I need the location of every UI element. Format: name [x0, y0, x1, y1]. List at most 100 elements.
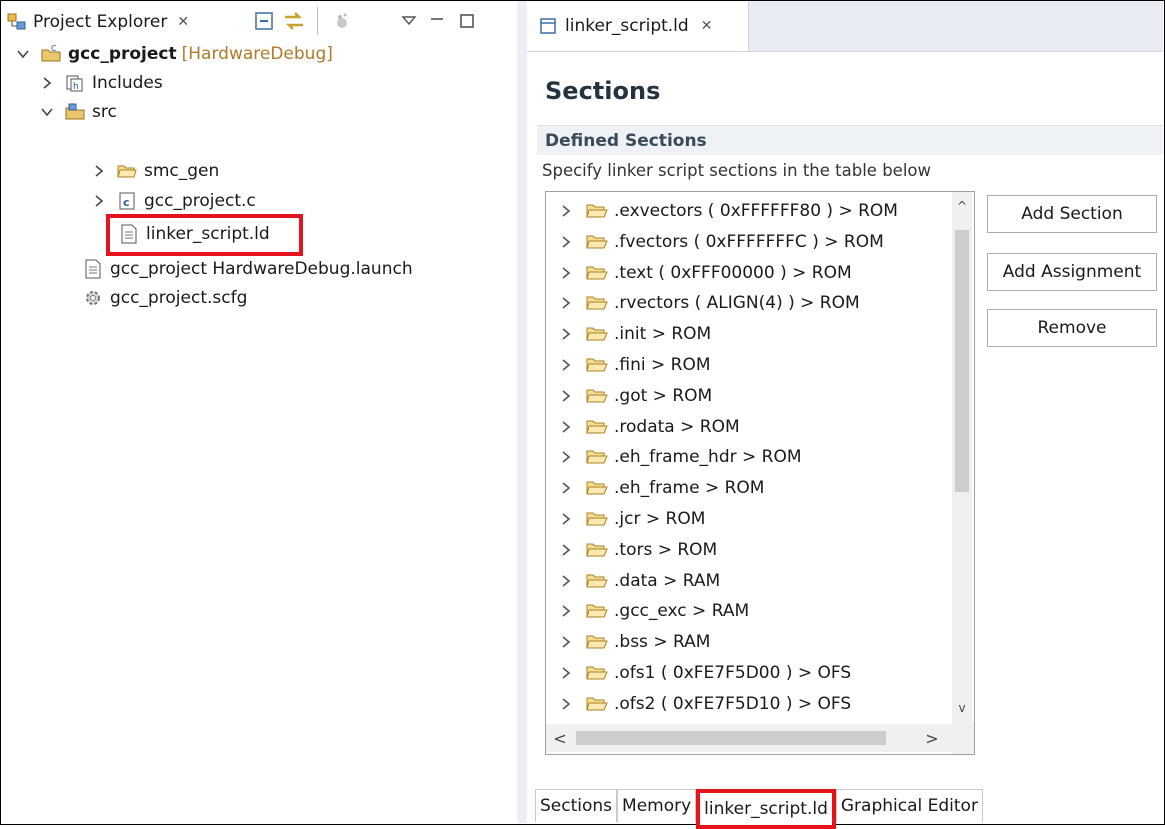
chevron-right-icon[interactable]	[558, 480, 574, 496]
section-item[interactable]: .eh_frame_hdr > ROM	[546, 442, 946, 472]
minimize-icon[interactable]	[427, 9, 447, 33]
section-item[interactable]: .bss > RAM	[546, 627, 946, 657]
scroll-up-icon[interactable]: ^	[952, 196, 972, 216]
section-item[interactable]: .fini > ROM	[546, 350, 946, 380]
tab-graphical-editor[interactable]: Graphical Editor	[835, 789, 983, 822]
chevron-right-icon[interactable]	[558, 634, 574, 650]
chevron-right-icon[interactable]	[558, 511, 574, 527]
vertical-scrollbar[interactable]: ^ v	[952, 192, 972, 722]
src-label: src	[92, 102, 117, 122]
add-assignment-button[interactable]: Add Assignment	[987, 253, 1157, 291]
chevron-right-icon[interactable]	[91, 163, 107, 179]
chevron-right-icon[interactable]	[558, 388, 574, 404]
tree-item-src[interactable]: src	[39, 97, 117, 127]
folder-icon	[586, 635, 608, 649]
section-item[interactable]: .init > ROM	[546, 319, 946, 349]
linker-script-editor: linker_script.ld ✕ Sections Defined Sect…	[527, 1, 1163, 829]
horizontal-scrollbar[interactable]: < >	[546, 724, 952, 752]
scroll-right-icon[interactable]: >	[922, 728, 942, 748]
section-item-label: .data > RAM	[614, 570, 721, 591]
scroll-left-icon[interactable]: <	[550, 728, 570, 748]
chevron-right-icon[interactable]	[558, 203, 574, 219]
svg-text:c: c	[123, 196, 130, 209]
folder-icon	[586, 389, 608, 403]
chevron-right-icon[interactable]	[558, 665, 574, 681]
collapse-all-icon[interactable]	[253, 9, 275, 33]
section-item[interactable]: .tors > ROM	[546, 535, 946, 565]
chevron-right-icon[interactable]	[91, 193, 107, 209]
chevron-right-icon[interactable]	[558, 357, 574, 373]
chevron-right-icon[interactable]	[558, 603, 574, 619]
section-item-label: .jcr > ROM	[614, 509, 706, 529]
tree-item-source-file[interactable]: c gcc_project.c	[91, 186, 256, 216]
folder-icon	[586, 666, 608, 680]
chevron-right-icon[interactable]	[558, 449, 574, 465]
tab-sections[interactable]: Sections	[535, 789, 618, 822]
section-item[interactable]: .gcc_exc > RAM	[546, 596, 946, 626]
section-item[interactable]: .eh_frame > ROM	[546, 473, 946, 503]
folder-icon	[586, 204, 608, 218]
section-item[interactable]: .rvectors ( ALIGN(4) ) > ROM	[546, 288, 946, 318]
tab-memory[interactable]: Memory	[617, 789, 697, 822]
tab-linker-script-source[interactable]: linker_script.ld	[696, 789, 836, 829]
highlight-box-linker-file	[106, 214, 303, 256]
project-explorer-panel: Project Explorer ✕ C gcc_project [Hardwa	[1, 1, 517, 823]
tree-item-includes[interactable]: h Includes	[39, 68, 163, 98]
page-title: Sections	[545, 77, 661, 105]
tab-linker-script[interactable]: linker_script.ld ✕	[527, 1, 749, 51]
chevron-right-icon[interactable]	[39, 75, 55, 91]
folder-icon	[586, 327, 608, 341]
section-item-label: .fini > ROM	[614, 355, 711, 375]
add-section-button[interactable]: Add Section	[987, 195, 1157, 233]
section-item[interactable]: .text ( 0xFFF00000 ) > ROM	[546, 258, 946, 288]
section-item[interactable]: .ofs2 ( 0xFE7F5D10 ) > OFS	[546, 689, 946, 719]
folder-icon	[586, 543, 608, 557]
close-icon[interactable]: ✕	[701, 18, 713, 34]
folder-icon	[586, 235, 608, 249]
gear-icon	[86, 291, 100, 305]
section-item-label: .rvectors ( ALIGN(4) ) > ROM	[614, 293, 860, 314]
folder-icon	[586, 697, 608, 711]
section-item[interactable]: .rodata > ROM	[546, 412, 946, 442]
remove-button[interactable]: Remove	[987, 309, 1157, 347]
section-item-label: .gcc_exc > RAM	[614, 601, 750, 622]
chevron-right-icon[interactable]	[558, 696, 574, 712]
section-item-label: .got > ROM	[614, 385, 713, 406]
folder-icon	[586, 481, 608, 495]
section-item[interactable]: .exvectors ( 0xFFFFFF80 ) > ROM	[546, 196, 946, 226]
sections-list[interactable]: .exvectors ( 0xFFFFFF80 ) > ROM .fvectors…	[545, 191, 975, 755]
includes-icon: h	[66, 75, 83, 92]
chevron-right-icon[interactable]	[558, 234, 574, 250]
section-item[interactable]: .ofs1 ( 0xFE7F5D00 ) > OFS	[546, 658, 946, 688]
tree-item-smc-gen[interactable]: smc_gen	[91, 156, 219, 186]
pane-divider[interactable]	[517, 1, 527, 823]
chevron-right-icon[interactable]	[558, 295, 574, 311]
close-icon[interactable]: ✕	[177, 14, 189, 30]
link-with-editor-icon[interactable]	[281, 9, 307, 33]
view-menu-icon[interactable]	[399, 9, 419, 33]
section-item[interactable]: .got > ROM	[546, 381, 946, 411]
chevron-right-icon[interactable]	[558, 265, 574, 281]
chevron-right-icon[interactable]	[558, 326, 574, 342]
filters-icon[interactable]	[331, 9, 353, 33]
chevron-right-icon[interactable]	[558, 542, 574, 558]
tab-project-explorer[interactable]: Project Explorer ✕	[7, 7, 189, 37]
chevron-down-icon[interactable]	[15, 46, 31, 62]
svg-text:C: C	[51, 44, 57, 53]
tree-item-scfg-file[interactable]: gcc_project.scfg	[83, 283, 247, 313]
section-item[interactable]: .data > RAM	[546, 566, 946, 596]
folder-icon	[586, 358, 608, 372]
maximize-icon[interactable]	[457, 9, 477, 33]
section-item[interactable]: .jcr > ROM	[546, 504, 946, 534]
section-item[interactable]: .fvectors ( 0xFFFFFFFC ) > ROM	[546, 227, 946, 257]
tree-item-launch-file[interactable]: gcc_project HardwareDebug.launch	[83, 254, 413, 284]
section-item-label: .rodata > ROM	[614, 416, 740, 437]
scroll-down-icon[interactable]: v	[952, 698, 972, 718]
vertical-scroll-thumb[interactable]	[955, 230, 969, 492]
tree-item-gcc-project[interactable]: C gcc_project [HardwareDebug]	[15, 39, 333, 69]
section-item-label: .bss > RAM	[614, 632, 711, 653]
horizontal-scroll-thumb[interactable]	[576, 731, 886, 745]
chevron-down-icon[interactable]	[39, 104, 55, 120]
chevron-right-icon[interactable]	[558, 573, 574, 589]
chevron-right-icon[interactable]	[558, 419, 574, 435]
